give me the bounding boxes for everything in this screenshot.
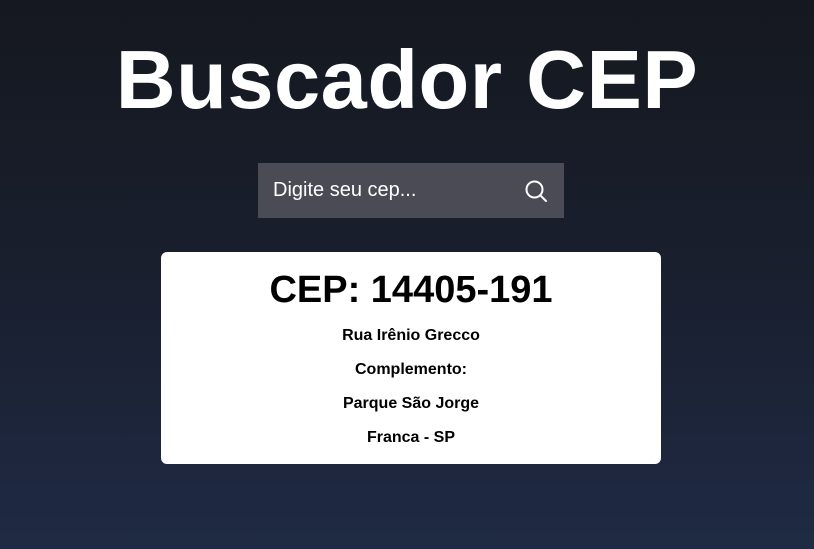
search-icon [525,180,547,202]
city-state-text: Franca - SP [366,429,456,446]
street-text: Rua Irênio Grecco [342,327,480,344]
cep-title: CEP: 14405-191 [269,269,553,311]
page-title: Buscador CEP [115,33,699,126]
search-bar [258,163,564,218]
cep-search-input[interactable] [258,163,508,218]
neighborhood-text: Parque São Jorge [342,395,480,412]
result-card: CEP: 14405-191 Rua Irênio Grecco Complem… [161,252,661,464]
complement-text: Complemento: [355,361,467,378]
search-button[interactable] [508,163,564,218]
